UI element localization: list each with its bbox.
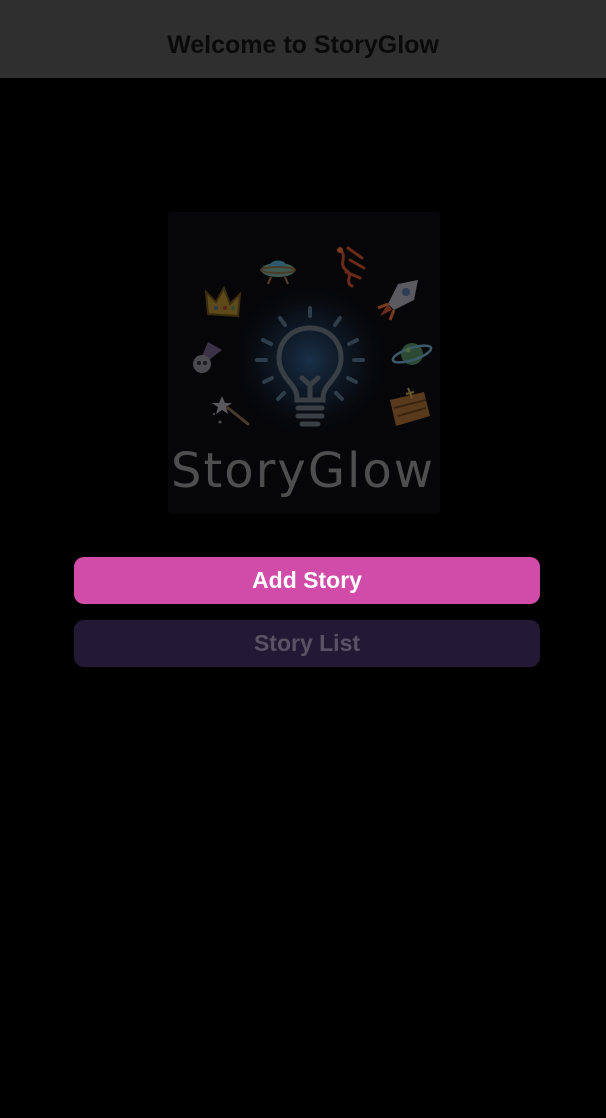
add-story-button[interactable]: Add Story <box>74 557 540 604</box>
story-list-button[interactable]: Story List <box>74 620 540 667</box>
ufo-icon <box>260 260 296 285</box>
wizard-hat-icon <box>193 342 222 373</box>
planet-icon <box>391 343 433 365</box>
app-screen: Welcome to StoryGlow StoryGlow Add Story… <box>0 0 606 1118</box>
navigation-bar: Welcome to StoryGlow <box>0 0 606 78</box>
page-title: Welcome to StoryGlow <box>167 30 439 59</box>
crown-icon <box>204 285 242 318</box>
rocket-icon <box>377 280 418 321</box>
treasure-map-icon <box>390 387 430 426</box>
logo-wordmark: StoryGlow <box>171 443 435 499</box>
dragon-icon <box>337 246 366 288</box>
